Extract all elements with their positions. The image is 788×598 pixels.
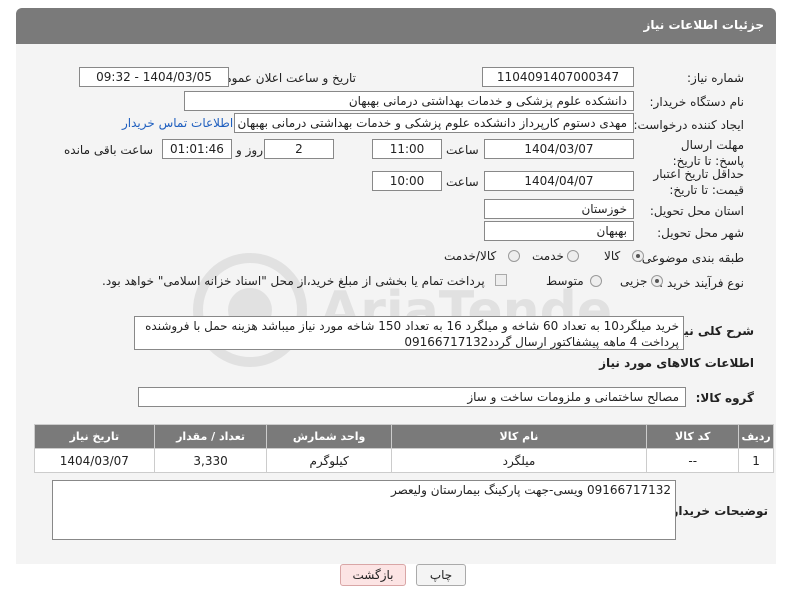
remaining-time-label: ساعت باقی مانده xyxy=(64,143,154,157)
buyer-notes-field[interactable]: 09166717132 ویسی-جهت پارکینگ بیمارستان و… xyxy=(52,480,676,540)
goods-group-label: گروه کالا: xyxy=(695,391,754,405)
col-header-row-number: ردیف xyxy=(738,424,774,449)
col-header-name: نام کالا xyxy=(390,424,648,449)
reply-deadline-label: مهلت ارسال پاسخ: تا تاریخ: xyxy=(672,138,744,168)
cell-date: 1404/03/07 xyxy=(34,448,155,473)
treasury-note: پرداخت تمام یا بخشی از مبلغ خرید،از محل … xyxy=(102,274,485,288)
category-label: طبقه بندی موضوعی: xyxy=(637,251,744,265)
process-option-medium: متوسط xyxy=(546,274,584,288)
province-label: استان محل تحویل: xyxy=(649,204,744,218)
process-radio-medium[interactable] xyxy=(590,275,602,287)
goods-info-title: اطلاعات کالاهای مورد نیاز xyxy=(599,356,754,370)
process-option-partial: جزیی xyxy=(620,274,648,288)
process-label: نوع فرآیند خرید : xyxy=(659,276,744,290)
category-option-both: کالا/خدمت xyxy=(444,249,497,263)
print-button[interactable]: چاپ xyxy=(416,564,466,586)
need-number-label: شماره نیاز: xyxy=(687,71,744,85)
buyer-contact-link[interactable]: اطلاعات تماس خریدار xyxy=(122,116,233,130)
city-field: بهبهان xyxy=(484,221,634,241)
col-header-date: تاریخ نیاز xyxy=(34,424,155,449)
reply-days-field: 2 xyxy=(264,139,334,159)
treasury-checkbox[interactable] xyxy=(495,274,507,286)
price-validity-date-field: 1404/04/07 xyxy=(484,171,634,191)
price-validity-time-field: 10:00 xyxy=(372,171,442,191)
buyer-org-field: دانشکده علوم پزشکی و خدمات بهداشتی درمان… xyxy=(184,91,634,111)
price-validity-label: حداقل تاریخ اعتبار قیمت: تا تاریخ: xyxy=(653,167,744,197)
cell-unit: کیلوگرم xyxy=(266,448,392,473)
items-table: ردیف کد کالا نام کالا واحد شمارش تعداد /… xyxy=(34,424,774,473)
province-field: خوزستان xyxy=(484,199,634,219)
header-bar: جزئیات اطلاعات نیاز xyxy=(16,8,776,44)
table-header-row: ردیف کد کالا نام کالا واحد شمارش تعداد /… xyxy=(34,424,774,449)
description-field[interactable]: خرید میلگرد10 به تعداد 60 شاخه و میلگرد … xyxy=(134,316,684,350)
announce-label: تاریخ و ساعت اعلان عمومی: xyxy=(211,71,356,85)
remaining-time-field: 01:01:46 xyxy=(162,139,232,159)
category-option-service: خدمت xyxy=(532,249,564,263)
process-radio-partial[interactable] xyxy=(651,275,663,287)
reply-days-label: روز و xyxy=(236,143,263,157)
reply-time-label: ساعت xyxy=(446,143,479,157)
creator-label: ایجاد کننده درخواست: xyxy=(633,118,744,132)
category-radio-goods[interactable] xyxy=(632,250,644,262)
reply-date-field: 1404/03/07 xyxy=(484,139,634,159)
col-header-quantity: تعداد / مقدار xyxy=(153,424,268,449)
price-validity-time-label: ساعت xyxy=(446,175,479,189)
announce-field: 1404/03/05 - 09:32 xyxy=(79,67,229,87)
back-button[interactable]: بازگشت xyxy=(340,564,406,586)
creator-field: مهدی دستوم کارپرداز دانشکده علوم پزشکی و… xyxy=(234,113,634,133)
category-radio-service[interactable] xyxy=(567,250,579,262)
reply-time-field: 11:00 xyxy=(372,139,442,159)
page-title: جزئیات اطلاعات نیاز xyxy=(643,18,764,32)
need-number-field: 1104091407000347 xyxy=(482,67,634,87)
category-option-goods: کالا xyxy=(604,249,621,263)
category-radio-both[interactable] xyxy=(508,250,520,262)
city-label: شهر محل تحویل: xyxy=(657,226,744,240)
cell-quantity: 3,330 xyxy=(153,448,268,473)
goods-group-field: مصالح ساختمانی و ملزومات ساخت و ساز xyxy=(138,387,686,407)
col-header-unit: واحد شمارش xyxy=(266,424,392,449)
buyer-notes-label: توضیحات خریدار: xyxy=(666,504,768,518)
table-row[interactable]: 1 -- میلگرد کیلوگرم 3,330 1404/03/07 xyxy=(34,448,774,473)
cell-name: میلگرد xyxy=(390,448,648,473)
col-header-code: کد کالا xyxy=(646,424,740,449)
buyer-org-label: نام دستگاه خریدار: xyxy=(649,95,745,109)
cell-row-number: 1 xyxy=(738,448,774,473)
cell-code: -- xyxy=(646,448,740,473)
